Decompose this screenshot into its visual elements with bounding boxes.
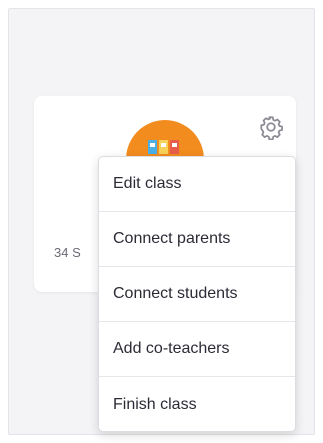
finish-class-menu-item[interactable]: Finish class [99, 377, 295, 431]
student-count: 34 S [54, 245, 81, 260]
connect-students-menu-item[interactable]: Connect students [99, 267, 295, 322]
gear-icon[interactable] [258, 114, 284, 141]
add-co-teachers-menu-item[interactable]: Add co-teachers [99, 322, 295, 377]
class-options-menu: Edit class Connect parents Connect stude… [98, 156, 296, 432]
connect-parents-menu-item[interactable]: Connect parents [99, 212, 295, 267]
edit-class-menu-item[interactable]: Edit class [99, 157, 295, 212]
